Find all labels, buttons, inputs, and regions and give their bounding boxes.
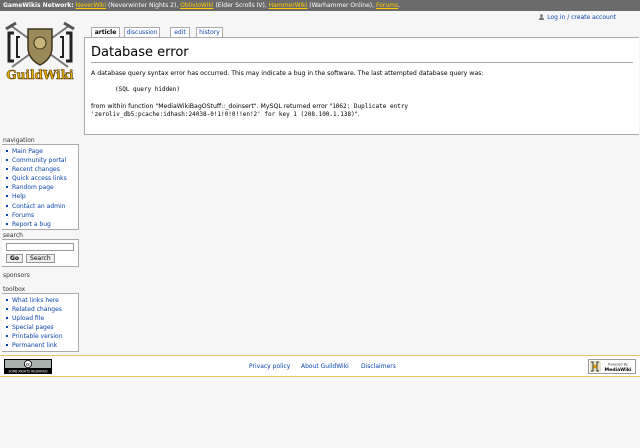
error-code: 1062: Duplicate entry [332, 103, 409, 110]
navigation-heading: navigation [3, 137, 35, 144]
personal-tools: Log in / create account [539, 14, 616, 21]
toolbox-printable-version[interactable]: Printable version [6, 332, 78, 341]
network-link-neverwiki[interactable]: NeverWiki [76, 2, 107, 9]
search-button[interactable]: Search [26, 254, 55, 263]
login-link[interactable]: Log in / create account [547, 14, 616, 21]
footer-privacy-policy[interactable]: Privacy policy [249, 363, 290, 370]
network-detail: (Warhammer Online), [309, 2, 375, 9]
cc-badge-graphic: cc SOME RIGHTS RESERVED [4, 359, 52, 374]
mw-badge-line1: Powered By [608, 363, 628, 367]
nav-item-random-page[interactable]: Random page [6, 183, 78, 192]
tab-discussion[interactable]: discussion [124, 27, 160, 37]
network-label: GameWikis Network: [3, 2, 74, 9]
footer-disclaimers[interactable]: Disclaimers [361, 363, 396, 370]
toolbox-portlet: What links here Related changes Upload f… [2, 293, 79, 352]
mediawiki-badge-graphic: Powered By MediaWiki [588, 359, 636, 374]
logo-text: GuildWiki [6, 68, 74, 82]
guildwiki-logo-graphic: GuildWiki [5, 21, 75, 82]
sponsors-heading: sponsors [3, 272, 30, 279]
error-fn-prefix: from within function " [91, 103, 159, 110]
footer-about[interactable]: About GuildWiki [301, 363, 349, 370]
cc-icon: cc [26, 363, 30, 367]
page-title: Database error [91, 44, 633, 63]
nav-item-contact-admin[interactable]: Contact an admin [6, 202, 78, 211]
network-bar: GameWikis Network: NeverWiki (Neverwinte… [0, 0, 640, 11]
nav-item-recent-changes[interactable]: Recent changes [6, 165, 78, 174]
search-portlet: Go Search [2, 239, 79, 267]
nav-item-community-portal[interactable]: Community portal [6, 156, 78, 165]
search-heading: search [3, 232, 23, 239]
nav-item-forums[interactable]: Forums [6, 211, 78, 220]
network-link-obliviowiki[interactable]: OblivioWiki [180, 2, 213, 9]
tab-edit[interactable]: edit [170, 27, 190, 37]
user-icon [539, 14, 545, 20]
cc-badge-text: SOME RIGHTS RESERVED [8, 369, 48, 373]
search-input[interactable] [6, 243, 74, 251]
mw-badge-line2: MediaWiki [605, 367, 632, 373]
error-message: from within function "MediaWikiBagOStuff… [91, 103, 633, 119]
content-area: Database error A database query syntax e… [84, 37, 639, 135]
toolbox-permanent-link[interactable]: Permanent link [6, 341, 78, 350]
site-logo[interactable]: GuildWiki [2, 21, 78, 85]
error-suffix: ". [354, 111, 360, 118]
nav-item-help[interactable]: Help [6, 192, 78, 201]
network-link-forums[interactable]: Forums [376, 2, 398, 9]
toolbox-upload-file[interactable]: Upload file [6, 314, 78, 323]
nav-item-report-bug[interactable]: Report a bug [6, 220, 78, 229]
go-button[interactable]: Go [6, 254, 24, 263]
tab-history[interactable]: history [196, 27, 223, 37]
toolbox-special-pages[interactable]: Special pages [6, 323, 78, 332]
network-detail: (Elder Scrolls IV), [215, 2, 267, 9]
sql-query: (SQL query hidden) [115, 86, 181, 93]
network-detail: (Neverwinter Nights 2), [108, 2, 179, 9]
error-detail: 'zeroliv_db5:pcache:idhash:24038-0!1!0!0… [91, 111, 355, 118]
footer: cc SOME RIGHTS RESERVED Privacy policy A… [0, 355, 640, 377]
nav-item-main-page[interactable]: Main Page [6, 147, 78, 156]
network-detail: . [398, 2, 401, 9]
error-fn-name: MediaWikiBagOStuff::_doinsert [158, 103, 254, 110]
powered-by-mediawiki-badge[interactable]: Powered By MediaWiki [588, 359, 636, 374]
toolbox-heading: toolbox [3, 286, 26, 293]
network-link-hammerwiki[interactable]: HammerWiki [269, 2, 308, 9]
error-fn-mid: ". MySQL returned error " [253, 103, 333, 110]
toolbox-related-changes[interactable]: Related changes [6, 305, 78, 314]
toolbox-what-links-here[interactable]: What links here [6, 296, 78, 305]
navigation-portlet: Main Page Community portal Recent change… [2, 144, 79, 230]
error-intro: A database query syntax error has occurr… [91, 70, 484, 77]
nav-item-quick-access-links[interactable]: Quick access links [6, 174, 78, 183]
creative-commons-badge[interactable]: cc SOME RIGHTS RESERVED [4, 359, 52, 374]
